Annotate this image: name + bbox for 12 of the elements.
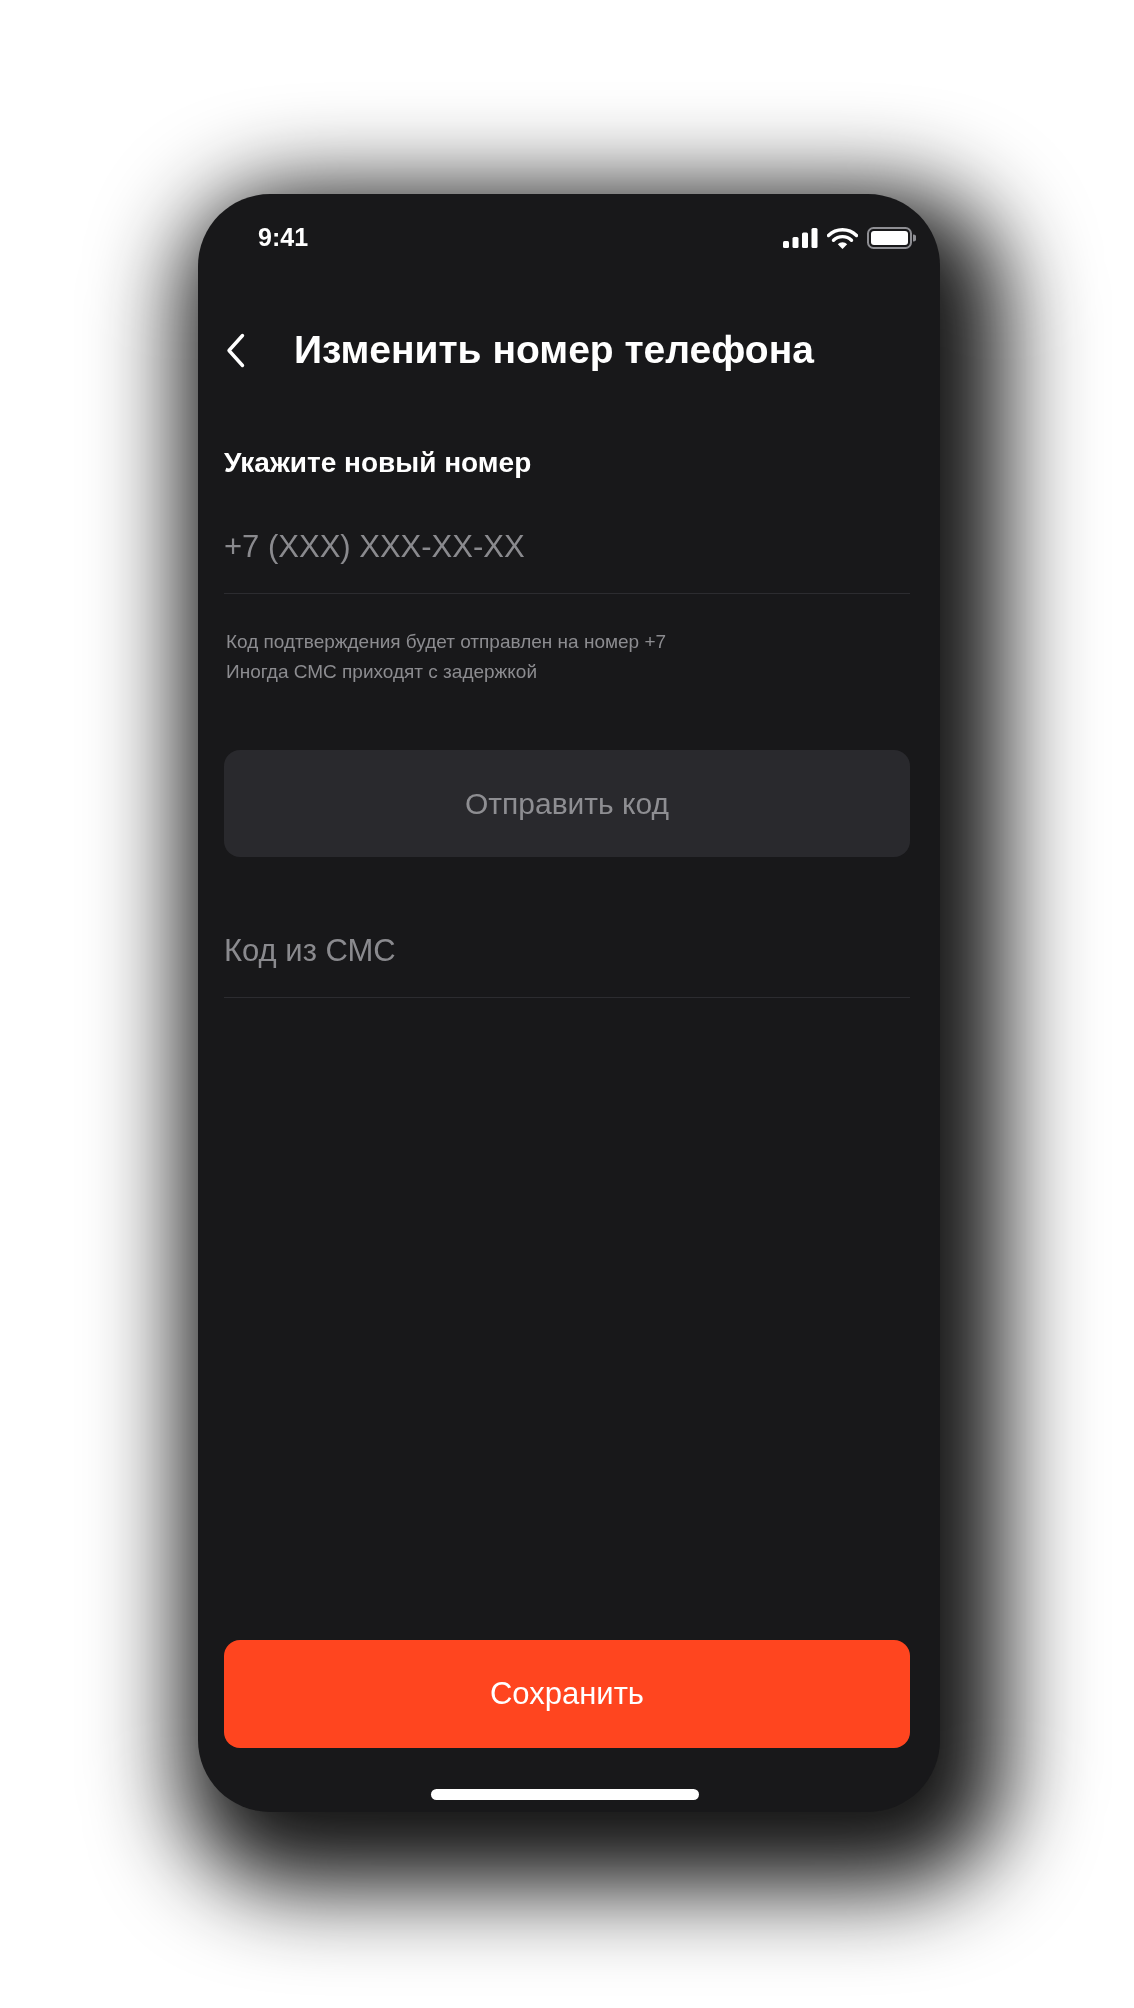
hint-text: Иногда СМС приходят с задержкой: [225, 660, 538, 684]
phone-label: Укажите новый номер: [224, 446, 533, 480]
wifi-icon: [827, 227, 858, 249]
save-button[interactable]: Сохранить: [224, 1640, 910, 1748]
hint-text: Код подтверждения будет отправлен на номер +7: [225, 630, 668, 654]
signal-icon: [783, 228, 818, 248]
back-icon: [225, 332, 245, 368]
screen-title: Изменить номер телефона: [294, 326, 814, 373]
sms-code-field[interactable]: Код из СМС: [224, 905, 910, 998]
battery-icon: [867, 227, 916, 249]
phone-field[interactable]: +7 (XXX) XXX-XX-XX: [224, 500, 910, 594]
status-time: 9:41: [258, 222, 309, 254]
